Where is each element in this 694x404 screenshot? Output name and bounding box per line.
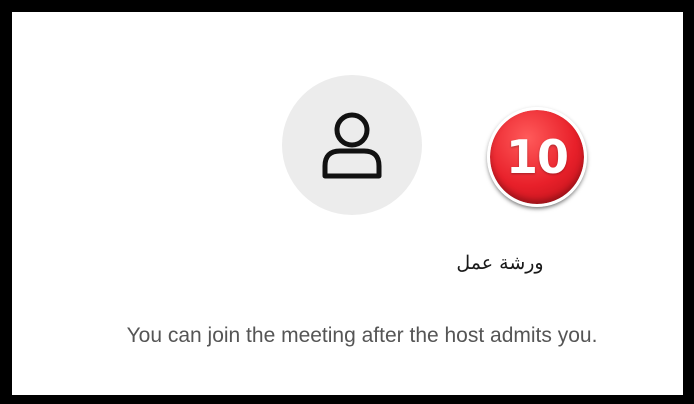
step-number: 10 — [505, 130, 569, 184]
step-number-badge: 10 — [487, 107, 587, 207]
waiting-message: You can join the meeting after the host … — [126, 324, 598, 347]
avatar — [282, 75, 422, 215]
user-icon — [322, 112, 382, 179]
participant-name: ورشة عمل — [456, 252, 544, 274]
